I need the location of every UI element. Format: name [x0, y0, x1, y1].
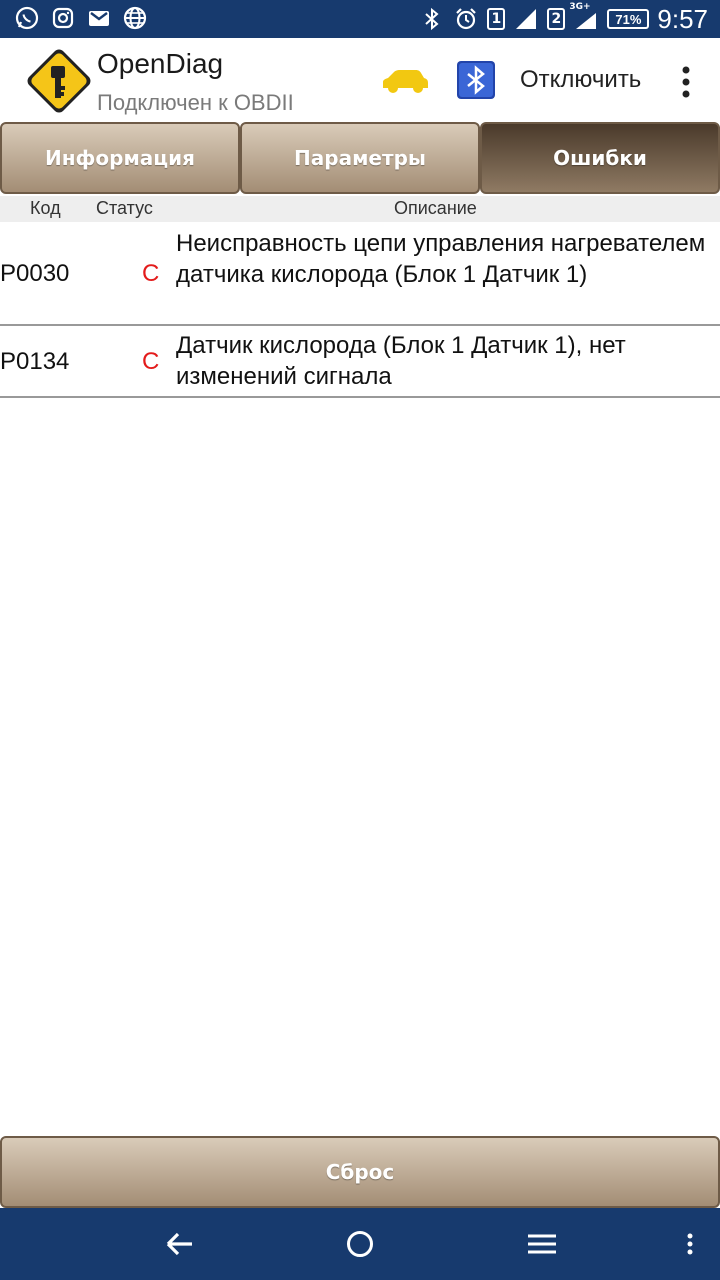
tab-info[interactable]: Информация [0, 122, 240, 194]
tab-bar: Информация Параметры Ошибки [0, 122, 720, 194]
column-header: Код Статус Описание [0, 196, 720, 222]
reset-button[interactable]: Сброс [0, 1136, 720, 1208]
car-icon [380, 68, 430, 94]
column-code: Код [30, 198, 61, 218]
instagram-icon [50, 5, 76, 31]
notification-icons [14, 5, 148, 31]
table-row[interactable]: P0134 C Датчик кислорода (Блок 1 Датчик … [0, 326, 720, 398]
sim1-indicator: 1 [487, 8, 506, 30]
error-description: Неисправность цепи управления нагревател… [176, 230, 706, 288]
bluetooth-elm-icon[interactable] [456, 60, 496, 100]
overflow-menu-icon[interactable] [676, 64, 696, 100]
column-description: Описание [394, 198, 477, 218]
nav-menu-icon[interactable] [670, 1226, 710, 1262]
system-indicators: 1 2 3G+ 71% 9:57 [419, 2, 708, 36]
connection-status: Подключен к OBDII [97, 90, 294, 115]
recent-apps-icon[interactable] [522, 1226, 562, 1262]
error-code: P0134 [0, 348, 70, 375]
app-title: OpenDiag [97, 48, 224, 79]
signal-3g-icon: 3G+ [569, 2, 599, 32]
sim2-indicator: 2 [547, 8, 566, 30]
error-description: Датчик кислорода (Блок 1 Датчик 1), нет … [176, 332, 626, 390]
home-icon[interactable] [340, 1226, 380, 1262]
error-status: C [142, 260, 160, 287]
tab-parameters[interactable]: Параметры [240, 122, 480, 194]
tab-errors[interactable]: Ошибки [480, 122, 720, 194]
app-bar: OpenDiag Подключен к OBDII Отключить [0, 38, 720, 122]
bluetooth-status-icon [419, 6, 445, 32]
column-status: Статус [96, 198, 153, 218]
back-icon[interactable] [160, 1226, 200, 1262]
app-logo-icon [22, 44, 96, 118]
navigation-bar [0, 1208, 720, 1280]
disconnect-button[interactable]: Отключить [520, 66, 641, 94]
alarm-icon [453, 6, 479, 32]
error-code: P0030 [0, 260, 70, 287]
globe-icon [122, 5, 148, 31]
gmail-icon [86, 5, 112, 31]
whatsapp-icon [14, 5, 40, 31]
network-type-label: 3G+ [569, 2, 591, 12]
clock: 9:57 [657, 3, 708, 34]
error-status: C [142, 348, 160, 375]
status-bar: 1 2 3G+ 71% 9:57 [0, 0, 720, 38]
signal-icon [513, 6, 539, 32]
battery-indicator: 71% [607, 9, 650, 29]
table-row[interactable]: P0030 C Неисправность цепи управления на… [0, 224, 720, 326]
